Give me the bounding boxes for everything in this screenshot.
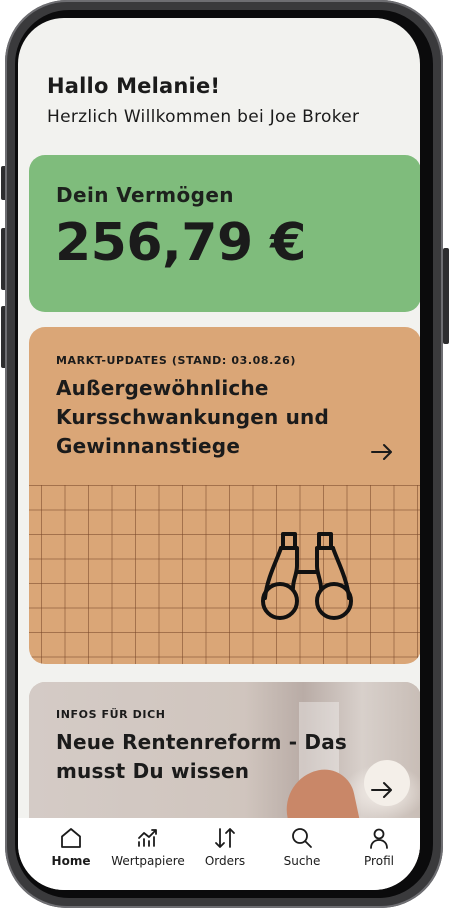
tab-profil[interactable]: Profil	[339, 826, 419, 868]
tab-wertpapiere-label: Wertpapiere	[111, 854, 185, 868]
greeting-title: Hallo Melanie!	[47, 74, 221, 98]
app-screen: Hallo Melanie! Herzlich Willkommen bei J…	[18, 18, 420, 890]
tab-orders-label: Orders	[204, 854, 246, 868]
news-headline: Neue Rentenreform - Das musst Du wissen	[56, 730, 348, 783]
arrow-right-icon[interactable]	[370, 440, 394, 464]
side-button-power	[443, 248, 449, 344]
tab-suche[interactable]: Suche	[262, 826, 342, 868]
tab-orders[interactable]: Orders	[185, 826, 265, 868]
market-kicker: MARKT-UPDATES (STAND: 03.08.26)	[56, 354, 297, 367]
home-icon	[61, 828, 81, 848]
tab-home[interactable]: Home	[31, 826, 111, 868]
search-icon	[292, 828, 312, 848]
orders-icon	[215, 828, 235, 848]
greeting-subtitle: Herzlich Willkommen bei Joe Broker	[47, 107, 360, 127]
tab-home-label: Home	[51, 854, 91, 868]
assets-card[interactable]: Dein Vermögen 256,79 €	[29, 155, 420, 312]
assets-label: Dein Vermögen	[56, 183, 234, 207]
news-kicker: INFOS FÜR DICH	[56, 708, 166, 721]
tab-profil-label: Profil	[364, 854, 394, 868]
tab-wertpapiere[interactable]: Wertpapiere	[108, 826, 188, 868]
profile-icon	[370, 828, 388, 849]
grid-pattern	[29, 485, 420, 664]
market-headline: Außergewöhnliche Kursschwankungen und Ge…	[56, 376, 330, 458]
assets-value: 256,79 €	[55, 213, 306, 273]
binoculars-icon	[261, 532, 353, 620]
tab-suche-label: Suche	[283, 854, 321, 868]
arrow-right-icon[interactable]	[370, 778, 394, 802]
bottom-tab-bar: Home Wertpapiere Orders Suche Profil	[18, 818, 420, 890]
chart-icon	[138, 829, 157, 847]
market-update-card[interactable]: MARKT-UPDATES (STAND: 03.08.26) Außergew…	[29, 327, 420, 664]
